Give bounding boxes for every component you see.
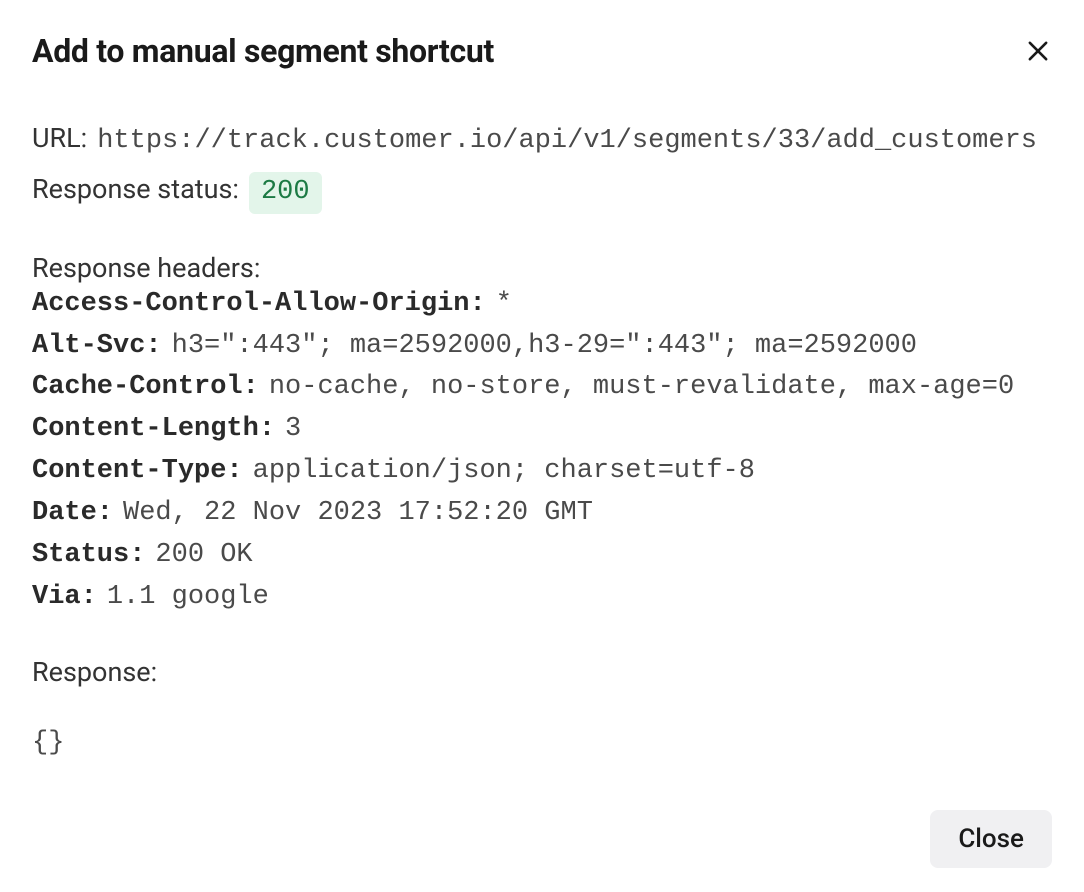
header-key: Access-Control-Allow-Origin: — [32, 284, 486, 326]
header-line: Alt-Svc:h3=":443"; ma=2592000,h3-29=":44… — [32, 326, 1052, 368]
response-body: {} — [32, 728, 1052, 758]
modal-title: Add to manual segment shortcut — [32, 32, 494, 70]
headers-list: Access-Control-Allow-Origin:*Alt-Svc:h3=… — [32, 284, 1052, 619]
header-value: no-cache, no-store, must-revalidate, max… — [269, 367, 1014, 409]
header-key: Content-Type: — [32, 451, 243, 493]
header-line: Via:1.1 google — [32, 577, 1052, 619]
header-key: Alt-Svc: — [32, 326, 162, 368]
header-value: 3 — [285, 409, 301, 451]
header-line: Access-Control-Allow-Origin:* — [32, 284, 1052, 326]
header-value: application/json; charset=utf-8 — [253, 451, 755, 493]
header-line: Status:200 OK — [32, 535, 1052, 577]
header-key: Cache-Control: — [32, 367, 259, 409]
headers-label: Response headers: — [32, 252, 1052, 284]
header-key: Date: — [32, 493, 113, 535]
status-label: Response status: — [32, 169, 239, 211]
url-row: URL: https://track.customer.io/api/v1/se… — [32, 118, 1052, 163]
status-badge: 200 — [249, 172, 322, 214]
header-line: Date:Wed, 22 Nov 2023 17:52:20 GMT — [32, 493, 1052, 535]
header-value: * — [496, 284, 512, 326]
header-key: Content-Length: — [32, 409, 275, 451]
header-value: 200 OK — [155, 535, 252, 577]
header-value: 1.1 google — [107, 577, 269, 619]
header-key: Via: — [32, 577, 97, 619]
header-line: Cache-Control:no-cache, no-store, must-r… — [32, 367, 1052, 409]
header-key: Status: — [32, 535, 145, 577]
close-button[interactable]: Close — [930, 810, 1052, 868]
status-row: Response status: 200 — [32, 169, 1052, 214]
url-value: https://track.customer.io/api/v1/segment… — [97, 121, 1037, 163]
header-value: h3=":443"; ma=2592000,h3-29=":443"; ma=2… — [172, 326, 917, 368]
url-label: URL: — [32, 118, 87, 160]
header-value: Wed, 22 Nov 2023 17:52:20 GMT — [123, 493, 593, 535]
header-line: Content-Length:3 — [32, 409, 1052, 451]
response-label: Response: — [32, 656, 1052, 688]
close-icon[interactable] — [1024, 37, 1052, 65]
header-line: Content-Type:application/json; charset=u… — [32, 451, 1052, 493]
